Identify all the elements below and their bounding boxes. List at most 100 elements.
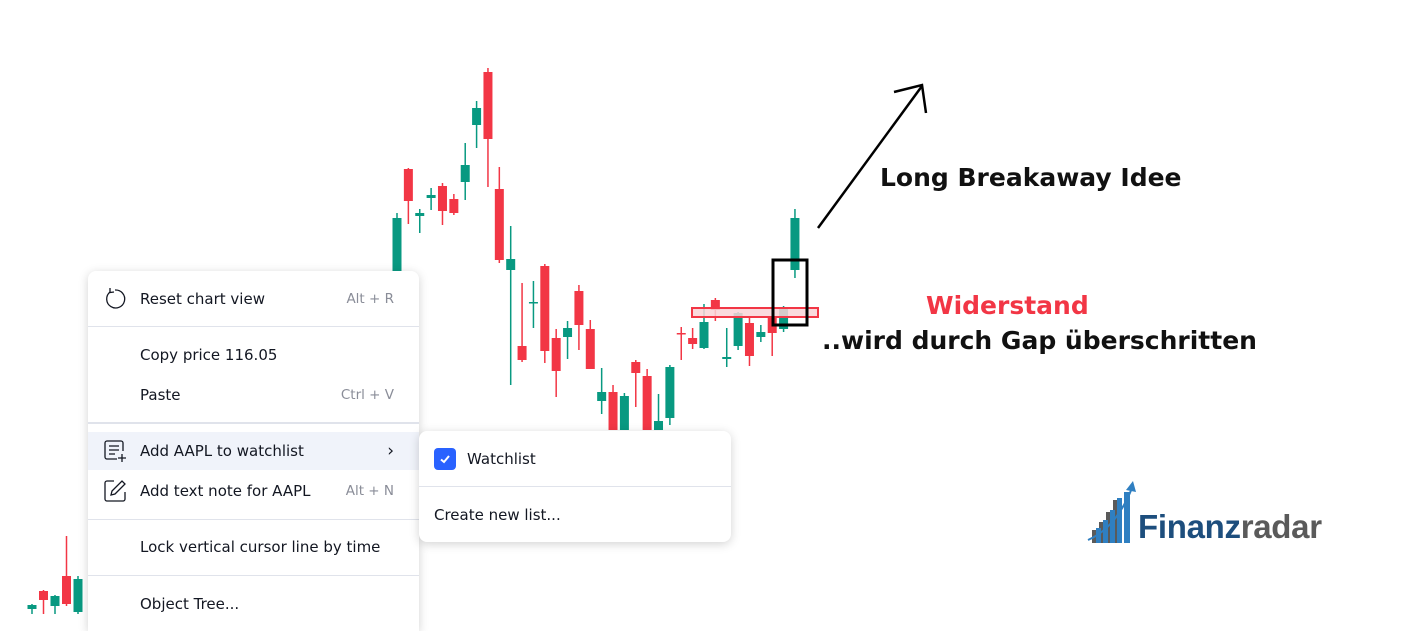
- checkbox-checked-icon[interactable]: [434, 448, 456, 470]
- candle-body: [403, 169, 413, 201]
- candle-body: [73, 579, 83, 612]
- candle: [540, 264, 550, 363]
- candle-body: [62, 576, 71, 604]
- finanzradar-logo: Finanzradar: [1086, 478, 1336, 548]
- candle-body: [540, 266, 550, 351]
- candle: [506, 226, 516, 385]
- candle: [472, 101, 482, 148]
- candle-body: [528, 302, 538, 304]
- candle-body: [608, 392, 618, 430]
- candle: [517, 283, 527, 362]
- candle-body: [756, 332, 766, 337]
- menu-separator: [88, 422, 419, 424]
- candle-body: [585, 329, 595, 369]
- candle: [50, 595, 60, 614]
- candle: [460, 143, 470, 200]
- candles-left-cluster: [27, 536, 83, 614]
- logo-text-part1: Finanz: [1138, 508, 1241, 545]
- chart-annotations: [691, 83, 928, 327]
- add-list-icon: [102, 438, 128, 464]
- candle: [676, 327, 686, 360]
- menu-item-copy-price[interactable]: Copy price 116.05: [88, 336, 419, 374]
- candle-body: [574, 291, 584, 325]
- reset-icon: [102, 286, 128, 312]
- candle-body: [676, 333, 686, 335]
- candle: [597, 368, 607, 414]
- candle-body: [563, 328, 573, 337]
- menu-item-label: Reset chart view: [140, 290, 265, 308]
- watchlist-submenu: Watchlist Create new list...: [419, 431, 731, 542]
- candle: [574, 285, 584, 350]
- menu-item-label: Object Tree...: [140, 595, 240, 613]
- menu-separator: [88, 575, 419, 576]
- chevron-right-icon: ›: [387, 441, 394, 461]
- candle: [415, 209, 425, 233]
- candle-body: [437, 186, 447, 211]
- candle-body: [494, 189, 504, 260]
- menu-item-lock-cursor-line[interactable]: Lock vertical cursor line by time: [88, 528, 419, 566]
- candle-body: [654, 421, 664, 430]
- candle: [665, 365, 675, 425]
- submenu-item-create-new-list[interactable]: Create new list...: [419, 493, 731, 537]
- candle-body: [39, 591, 48, 600]
- menu-separator: [419, 486, 731, 487]
- candle-body: [722, 357, 732, 359]
- submenu-item-label: Create new list...: [434, 506, 561, 524]
- candle: [642, 369, 652, 430]
- menu-item-reset-chart-view[interactable]: Reset chart view Alt + R: [88, 280, 419, 318]
- candle: [744, 318, 754, 366]
- candle-body: [483, 72, 493, 139]
- annotation-gap-label[interactable]: ..wird durch Gap überschritten: [822, 326, 1257, 355]
- pencil-note-icon: [102, 478, 128, 504]
- candle-body: [551, 338, 561, 371]
- candle: [494, 167, 504, 263]
- candle-body: [790, 218, 800, 270]
- candle: [551, 329, 561, 397]
- candle-body: [744, 323, 754, 356]
- menu-item-shortcut: Alt + R: [346, 291, 394, 307]
- candle: [403, 168, 413, 224]
- resistance-zone[interactable]: [691, 307, 819, 318]
- candle: [654, 394, 664, 430]
- menu-item-add-text-note[interactable]: Add text note for AAPL Alt + N: [88, 472, 419, 510]
- candle: [563, 321, 573, 359]
- candle-body: [642, 376, 652, 430]
- annotation-resistance-label[interactable]: Widerstand: [926, 291, 1089, 320]
- candle-body: [506, 259, 516, 270]
- candle: [483, 68, 493, 187]
- submenu-item-label: Watchlist: [467, 450, 536, 468]
- candle: [790, 209, 800, 278]
- menu-item-shortcut: Ctrl + V: [340, 387, 394, 403]
- candle: [756, 325, 766, 342]
- candle: [585, 320, 595, 369]
- candle-body: [426, 195, 436, 198]
- candle-body: [449, 199, 459, 213]
- candle-body: [415, 213, 425, 216]
- menu-item-label: Add text note for AAPL: [140, 482, 311, 500]
- candle: [62, 536, 71, 606]
- candle: [619, 393, 629, 430]
- menu-item-label: Lock vertical cursor line by time: [140, 538, 381, 556]
- candle-body: [460, 165, 470, 182]
- candle-body: [27, 605, 37, 609]
- candle-body: [665, 367, 675, 418]
- candle-body: [699, 322, 709, 348]
- candle-body: [517, 346, 527, 360]
- logo-text: Finanzradar: [1138, 508, 1322, 546]
- candle: [722, 328, 732, 367]
- menu-item-shortcut: Alt + N: [345, 483, 394, 499]
- breakaway-arrow[interactable]: [816, 85, 924, 229]
- menu-item-paste[interactable]: Paste Ctrl + V: [88, 376, 419, 414]
- candle: [608, 385, 618, 430]
- menu-item-add-to-watchlist[interactable]: Add AAPL to watchlist ›: [88, 432, 419, 470]
- chart-context-menu: Reset chart view Alt + R Copy price 116.…: [88, 271, 419, 631]
- logo-text-part2: radar: [1240, 508, 1322, 545]
- candle: [426, 188, 436, 210]
- menu-item-object-tree[interactable]: Object Tree...: [88, 585, 419, 623]
- menu-separator: [88, 519, 419, 520]
- submenu-item-watchlist[interactable]: Watchlist: [419, 437, 731, 481]
- menu-item-label: Paste: [140, 386, 181, 404]
- menu-item-label: Add AAPL to watchlist: [140, 442, 304, 460]
- annotation-idea-label[interactable]: Long Breakaway Idee: [880, 163, 1182, 192]
- candle: [39, 590, 48, 614]
